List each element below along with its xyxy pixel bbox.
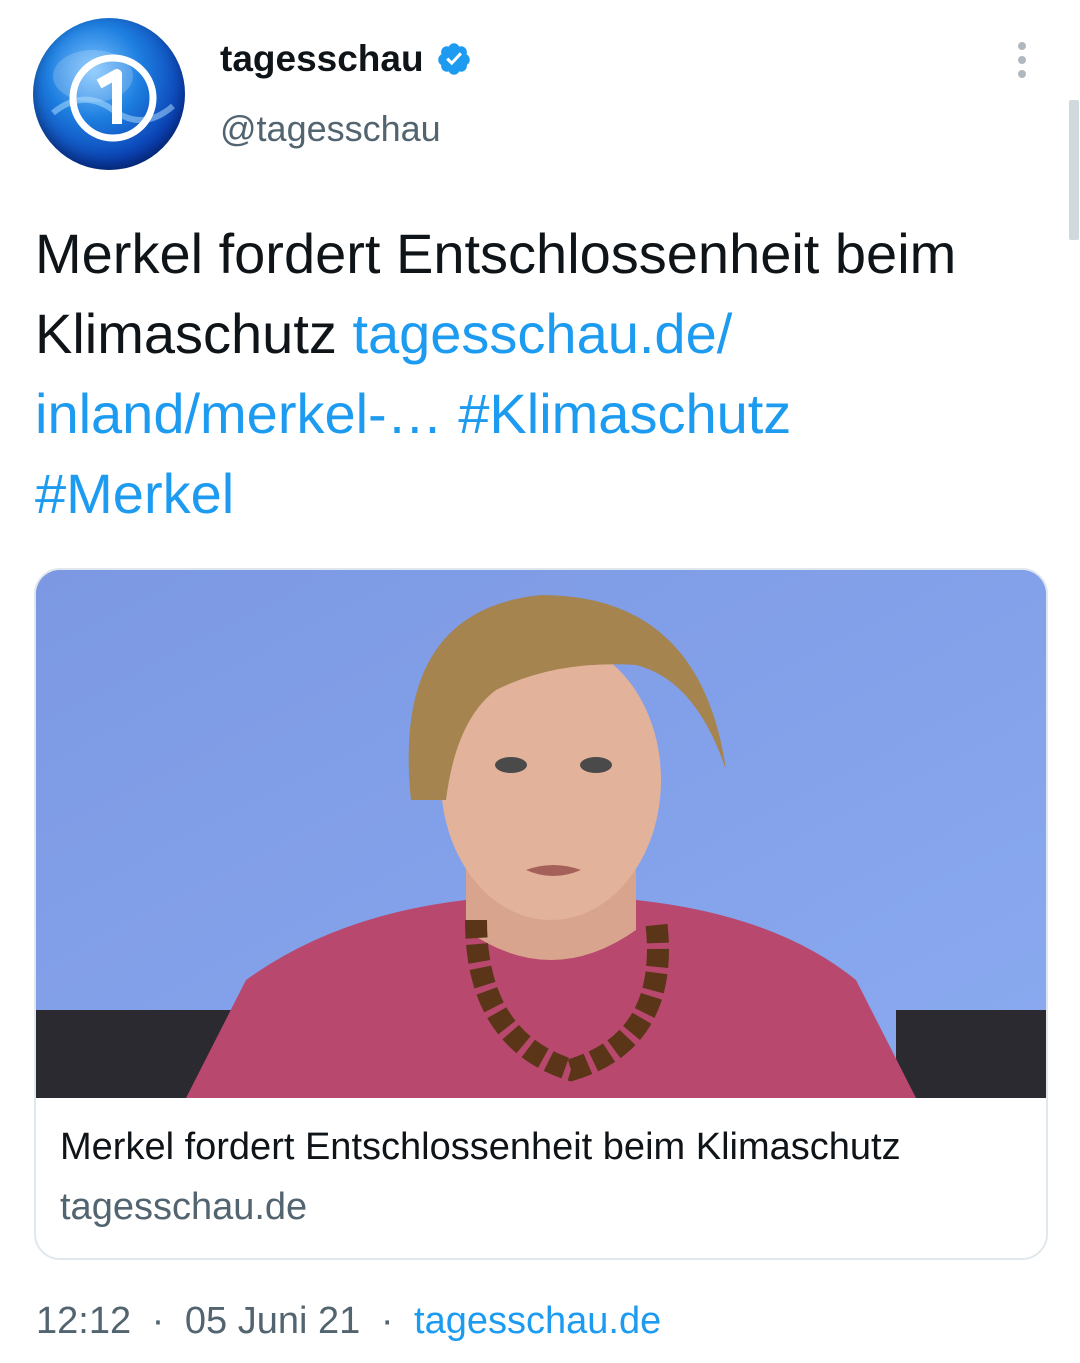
card-title[interactable]: Merkel fordert Entschlossenheit beim Kli…: [60, 1126, 901, 1169]
tweet-source-link[interactable]: tagesschau.de: [414, 1300, 661, 1342]
tweet-text: Merkel fordert Entschlossenheit beim Kli…: [35, 214, 1035, 534]
scrollbar[interactable]: [1069, 100, 1079, 240]
link-card[interactable]: Merkel fordert Entschlossenheit beim Kli…: [34, 568, 1048, 1260]
author-name[interactable]: tagesschau: [220, 38, 424, 80]
tagesschau-logo-icon: [51, 50, 175, 142]
card-domain: tagesschau.de: [60, 1186, 308, 1228]
hashtag-merkel[interactable]: #Merkel: [35, 462, 234, 525]
tweet-date: 05 Juni 21: [184, 1300, 361, 1342]
separator: ·: [151, 1300, 165, 1342]
avatar[interactable]: [33, 18, 185, 170]
card-image[interactable]: [36, 570, 1046, 1098]
more-options-icon[interactable]: [1012, 42, 1032, 86]
tweet-meta: 12:12 · 05 Juni 21 · tagesschau.de: [36, 1300, 661, 1343]
portrait-image: [36, 570, 1046, 1098]
separator: ·: [380, 1300, 394, 1342]
tweet-time: 12:12: [36, 1300, 132, 1342]
author-handle[interactable]: @tagesschau: [220, 108, 441, 150]
author-row: tagesschau: [220, 38, 472, 80]
verified-badge-icon: [437, 43, 470, 75]
hashtag-klimaschutz[interactable]: #Klimaschutz: [458, 382, 791, 445]
